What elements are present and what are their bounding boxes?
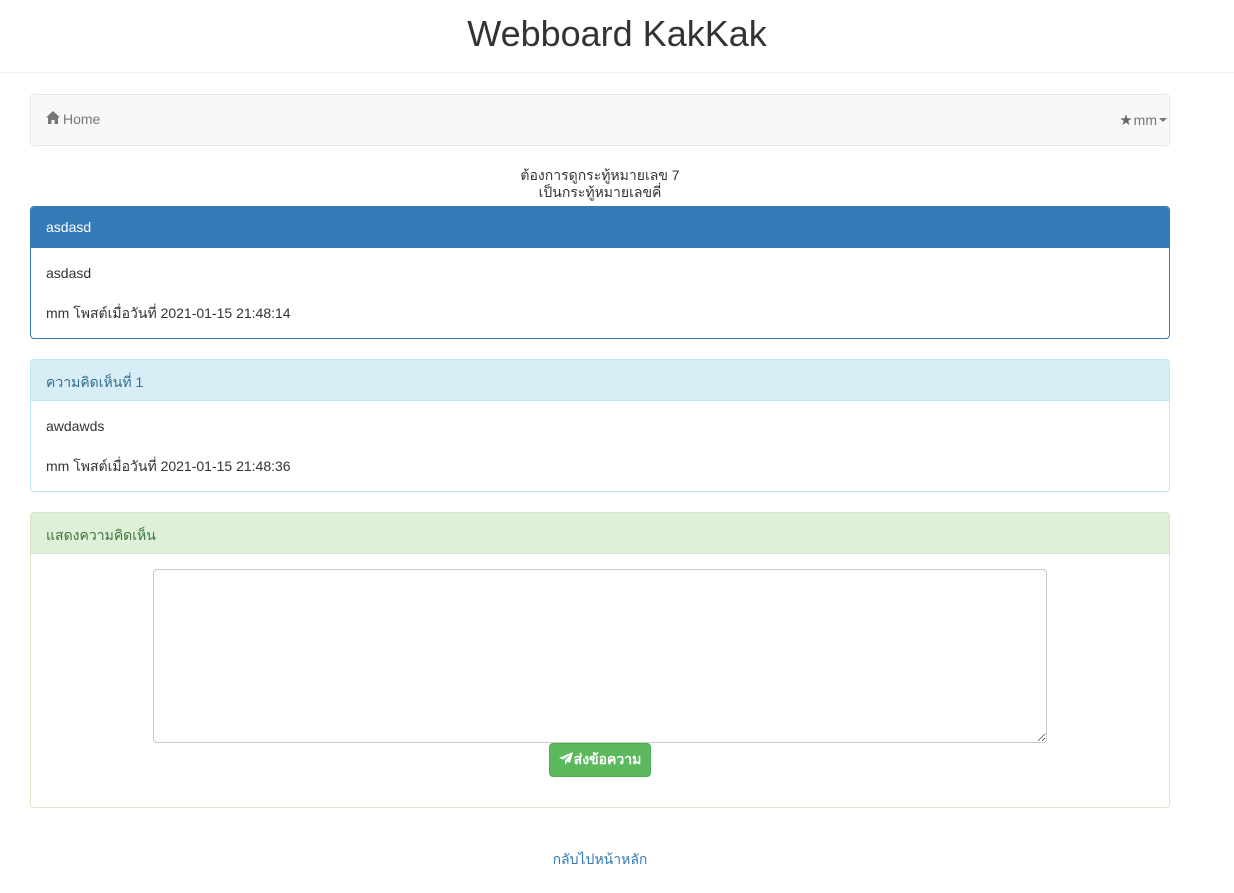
- topic-panel: asdasd asdasd mm โพสต์เมื่อวันที่ 2021-0…: [30, 206, 1170, 339]
- comment-panel: ความคิดเห็นที่ 1 awdawds mm โพสต์เมื่อวั…: [30, 359, 1170, 492]
- send-icon: [558, 752, 574, 768]
- comment-heading: ความคิดเห็นที่ 1: [31, 360, 1169, 401]
- caret-down-icon: [1159, 118, 1167, 122]
- nav-home-link[interactable]: Home: [46, 111, 100, 127]
- topic-number-text: ต้องการดูกระทู้หมายเลข 7: [520, 167, 680, 183]
- topic-info: ต้องการดูกระทู้หมายเลข 7 เป็นกระทู้หมายเ…: [30, 167, 1170, 201]
- comment-textarea[interactable]: [153, 569, 1047, 743]
- back-to-home-link[interactable]: กลับไปหน้าหลัก: [553, 851, 648, 867]
- topic-title: asdasd: [31, 207, 1169, 248]
- site-title: Webboard KakKak: [467, 13, 767, 54]
- home-icon: [46, 111, 63, 127]
- navbar: Home ★ mm: [30, 94, 1170, 146]
- topic-meta: mm โพสต์เมื่อวันที่ 2021-01-15 21:48:14: [46, 305, 291, 321]
- site-header: Webboard KakKak: [0, 0, 1234, 73]
- comment-body: awdawds: [46, 418, 105, 434]
- topic-body: asdasd: [46, 265, 92, 281]
- comment-meta: mm โพสต์เมื่อวันที่ 2021-01-15 21:48:36: [46, 458, 291, 474]
- topic-parity-text: เป็นกระทู้หมายเลขคี่: [538, 184, 662, 200]
- comment-form-heading: แสดงความคิดเห็น: [31, 513, 1169, 554]
- footer: กลับไปหน้าหลัก: [30, 849, 1170, 871]
- user-dropdown[interactable]: ★ mm: [1119, 111, 1167, 129]
- send-button[interactable]: ส่งข้อความ: [549, 743, 651, 777]
- user-name: mm: [1133, 112, 1157, 128]
- send-button-label: ส่งข้อความ: [573, 751, 642, 767]
- comment-form-panel: แสดงความคิดเห็น ส่งข้อความ: [30, 512, 1170, 808]
- star-icon: ★: [1119, 112, 1133, 129]
- nav-home-label: Home: [63, 111, 101, 127]
